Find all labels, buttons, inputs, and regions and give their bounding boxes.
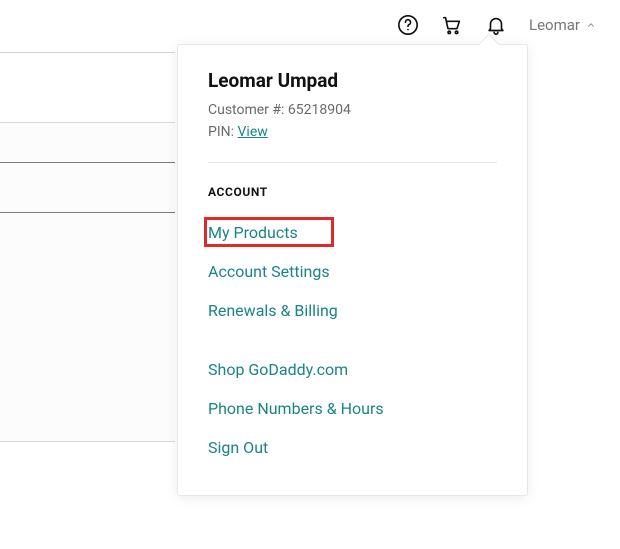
- account-menu: My Products Account Settings Renewals & …: [178, 213, 527, 467]
- menu-item-label: Account Settings: [208, 262, 330, 281]
- chevron-up-icon: [586, 20, 596, 30]
- menu-gap: [178, 330, 527, 350]
- pin-view-link[interactable]: View: [238, 124, 268, 140]
- pin-label: PIN:: [208, 124, 234, 140]
- user-dropdown: Leomar Umpad Customer #: 65218904 PIN: V…: [177, 44, 528, 496]
- customer-number-row: Customer #: 65218904: [208, 102, 497, 118]
- menu-item-label: Sign Out: [208, 438, 268, 457]
- topbar: Leomar: [0, 0, 620, 50]
- user-display-name: Leomar: [529, 16, 580, 34]
- menu-item-label: Phone Numbers & Hours: [208, 399, 384, 418]
- help-icon[interactable]: [397, 14, 419, 36]
- background-line: [0, 52, 175, 53]
- dropdown-user-name: Leomar Umpad: [208, 69, 497, 92]
- user-menu-trigger[interactable]: Leomar: [529, 16, 596, 34]
- customer-label: Customer #:: [208, 102, 284, 118]
- menu-item-sign-out[interactable]: Sign Out: [178, 428, 527, 467]
- dropdown-divider: [208, 162, 497, 163]
- background-panel: [0, 122, 175, 442]
- cart-icon[interactable]: [441, 14, 463, 36]
- menu-item-phone-hours[interactable]: Phone Numbers & Hours: [178, 389, 527, 428]
- menu-item-label: My Products: [208, 223, 298, 242]
- menu-item-label: Shop GoDaddy.com: [208, 360, 348, 379]
- menu-item-my-products[interactable]: My Products: [178, 213, 527, 252]
- customer-number: 65218904: [288, 102, 351, 118]
- account-heading: ACCOUNT: [208, 185, 527, 199]
- pin-row: PIN: View: [208, 124, 497, 140]
- background-line: [0, 212, 175, 213]
- menu-item-renewals-billing[interactable]: Renewals & Billing: [178, 291, 527, 330]
- menu-item-shop[interactable]: Shop GoDaddy.com: [178, 350, 527, 389]
- menu-item-label: Renewals & Billing: [208, 301, 338, 320]
- menu-item-account-settings[interactable]: Account Settings: [178, 252, 527, 291]
- background-line: [0, 162, 175, 163]
